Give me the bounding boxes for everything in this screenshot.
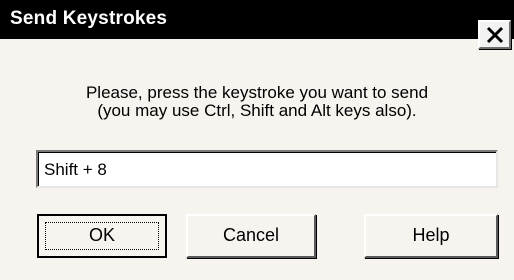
ok-button[interactable]: OK xyxy=(37,214,167,258)
ok-button-label: OK xyxy=(88,225,115,245)
close-icon xyxy=(486,26,504,44)
help-button[interactable]: Help xyxy=(364,214,498,258)
title-bar[interactable]: Send Keystrokes xyxy=(0,0,514,49)
send-keystrokes-dialog: Send Keystrokes Please, press the keystr… xyxy=(0,0,514,280)
window-title: Send Keystrokes xyxy=(10,8,168,29)
cancel-button[interactable]: Cancel xyxy=(186,214,316,258)
close-button[interactable] xyxy=(478,20,511,49)
help-button-label: Help xyxy=(412,225,450,245)
instruction-text-line2: (you may use Ctrl, Shift and Alt keys al… xyxy=(97,101,417,120)
keystroke-input[interactable]: Shift + 8 xyxy=(36,150,498,188)
cancel-button-label: Cancel xyxy=(222,225,280,245)
instruction-text-line1: Please, press the keystroke you want to … xyxy=(85,83,429,102)
